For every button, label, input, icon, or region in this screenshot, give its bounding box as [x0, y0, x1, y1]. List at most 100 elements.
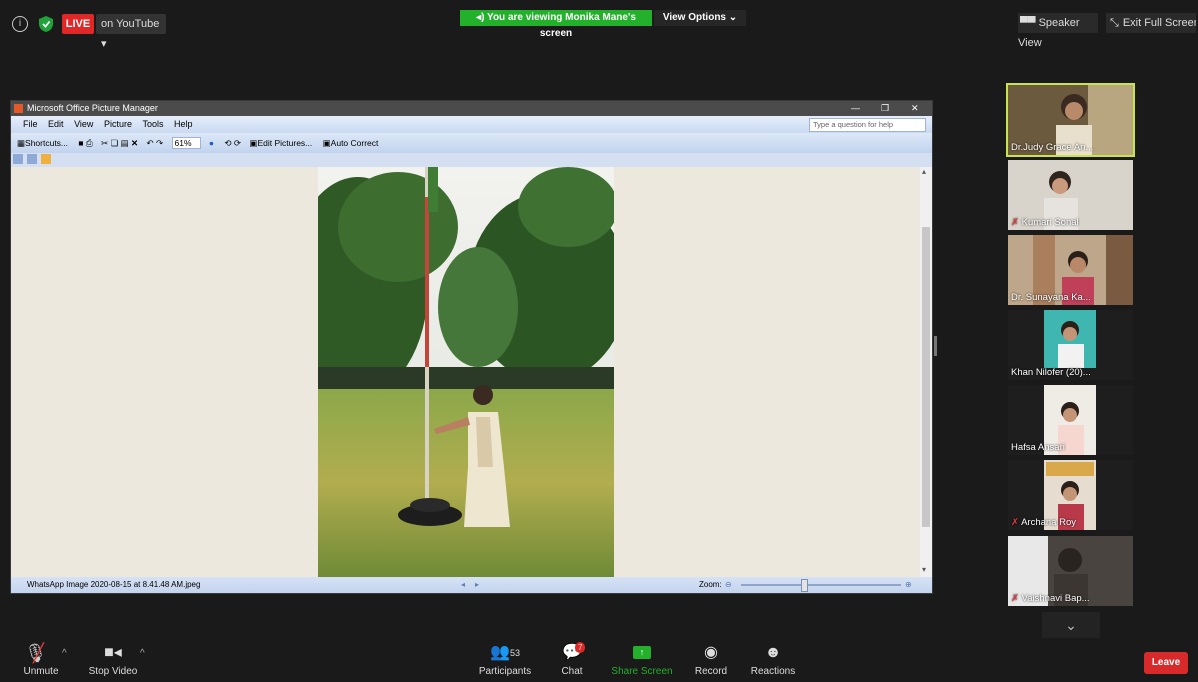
menu-edit[interactable]: Edit [48, 119, 64, 129]
menu-tools[interactable]: Tools [142, 119, 163, 129]
zoom-out-icon[interactable]: ⊖ [725, 577, 732, 593]
filename-label: WhatsApp Image 2020-08-15 at 8.41.48 AM.… [27, 580, 201, 589]
previous-picture-icon[interactable]: ◂ [461, 577, 465, 593]
restore-icon[interactable]: ❐ [881, 101, 889, 116]
view-options-button[interactable]: View Options ⌄ [654, 10, 746, 26]
participant-tile[interactable]: Dr. Sunayana Ka... [1008, 235, 1133, 305]
participant-name: Dr. Sunayana Ka... [1011, 292, 1091, 303]
participant-tile[interactable]: Dr.Judy Grace An... [1006, 83, 1135, 157]
shield-icon[interactable] [38, 15, 54, 33]
help-search-input[interactable]: Type a question for help [809, 118, 926, 132]
menu-picture[interactable]: Picture [104, 119, 132, 129]
rotate-right-icon[interactable]: ⟳ [234, 138, 241, 148]
speaker-view-icon: ▀▀ [1020, 17, 1036, 29]
reactions-label: Reactions [750, 666, 796, 677]
participant-tile[interactable]: Khan Nilofer (20)... [1008, 310, 1133, 380]
zoom-in-icon[interactable]: ⊕ [905, 577, 912, 593]
audio-options-chevron-icon[interactable]: ^ [62, 648, 67, 659]
vertical-scrollbar[interactable]: ▴ ▾ [920, 167, 932, 577]
scroll-up-icon[interactable]: ▴ [922, 167, 926, 176]
record-icon: ◉ [704, 644, 718, 661]
undo-icon[interactable]: ↶ [147, 138, 154, 148]
participants-button[interactable]: 👥53 Participants [470, 640, 540, 677]
displayed-photo [318, 167, 614, 577]
auto-correct-label: Auto Correct [330, 138, 379, 148]
menu-help[interactable]: Help [174, 119, 193, 129]
shared-screen-window: Microsoft Office Picture Manager — ❐ ✕ F… [10, 100, 933, 594]
redo-icon[interactable]: ↷ [156, 138, 163, 148]
edit-pictures-button[interactable]: ▣Edit Pictures... [249, 138, 312, 148]
toolbar: ▦Shortcuts... ■ ⎙ ✂ ❏ ▤ ✕ ↶ ↷ 61% ● ⟲ ⟳ … [11, 133, 932, 153]
participant-name: ✗ Archana Roy [1011, 517, 1076, 528]
video-options-chevron-icon[interactable]: ^ [140, 648, 145, 659]
delete-icon[interactable]: ✕ [131, 138, 138, 148]
muted-mic-icon: ✗ [1011, 517, 1022, 528]
participants-count: 53 [509, 648, 520, 658]
picture-manager-icon [14, 104, 23, 113]
auto-correct-button[interactable]: ▣Auto Correct [323, 138, 379, 148]
participants-icon-wrap: 👥53 [470, 640, 540, 666]
chevron-down-icon: ⌄ [1065, 617, 1077, 633]
exit-full-screen-button[interactable]: ⤡ Exit Full Screen [1106, 13, 1196, 33]
participants-label: Participants [478, 666, 532, 677]
exit-full-screen-icon: ⤡ [1110, 17, 1119, 29]
stop-video-button[interactable]: ■◂ Stop Video [78, 640, 148, 677]
zoom-select[interactable]: 61% [171, 137, 201, 149]
minimize-icon[interactable]: — [851, 101, 860, 116]
participant-tile[interactable]: ✗ Archana Roy [1008, 460, 1133, 530]
panel-resize-handle[interactable] [934, 336, 937, 356]
share-screen-label: Share Screen [611, 666, 673, 677]
info-icon[interactable]: i [12, 16, 28, 32]
thumbnail-view-icon[interactable] [13, 154, 23, 164]
menu-bar: File Edit View Picture Tools Help Type a… [11, 116, 932, 133]
copy-icon[interactable]: ❏ [111, 138, 119, 148]
window-title: Microsoft Office Picture Manager [27, 103, 158, 113]
share-icon-wrap: ↑ [607, 640, 677, 666]
shortcuts-label: Shortcuts... [25, 138, 69, 148]
scroll-thumb[interactable] [922, 227, 930, 527]
youtube-stream-button[interactable]: on YouTube ▾ [96, 14, 166, 50]
filmstrip-view-icon[interactable] [27, 154, 37, 164]
chevron-down-icon: ⌄ [728, 12, 738, 23]
print-icon[interactable]: ⎙ [86, 138, 93, 148]
stop-video-label: Stop Video [88, 666, 138, 677]
record-button[interactable]: ◉ Record [676, 640, 746, 677]
cut-icon[interactable]: ✂ [101, 138, 108, 148]
chat-button[interactable]: 💬 7 Chat [537, 640, 607, 677]
close-icon[interactable]: ✕ [911, 101, 919, 116]
leave-button[interactable]: Leave [1144, 652, 1188, 674]
menu-view[interactable]: View [74, 119, 93, 129]
viewing-label: You are viewing Monika Mane's screen [487, 12, 636, 39]
next-picture-icon[interactable]: ▸ [475, 577, 479, 593]
window-titlebar: Microsoft Office Picture Manager — ❐ ✕ [11, 101, 932, 116]
shortcuts-button[interactable]: ▦Shortcuts... [17, 138, 68, 148]
rotate-left-icon[interactable]: ⟲ [224, 138, 231, 148]
unmute-label: Unmute [23, 666, 59, 677]
chat-label: Chat [561, 666, 583, 677]
help-icon[interactable]: ● [209, 138, 214, 148]
participant-tile[interactable]: ✗ Kumari Sonal [1008, 160, 1133, 230]
viewing-banner: ◂) You are viewing Monika Mane's screen [460, 10, 652, 39]
zoom-slider[interactable] [741, 584, 901, 586]
share-screen-button[interactable]: ↑ Share Screen [607, 640, 677, 677]
reactions-button[interactable]: ☻ Reactions [738, 640, 808, 677]
reactions-icon: ☻ [764, 644, 782, 661]
participant-tile[interactable]: Hafsa Ansari [1008, 385, 1133, 455]
zoom-slider-thumb[interactable] [801, 579, 808, 592]
speaker-view-button[interactable]: ▀▀ Speaker View [1018, 13, 1098, 49]
zoom-label: Zoom: [699, 580, 722, 589]
muted-mic-icon: ✗ [1011, 593, 1022, 604]
scroll-down-icon[interactable]: ▾ [922, 565, 926, 574]
live-badge[interactable]: LIVE [62, 14, 94, 34]
record-label: Record [694, 666, 728, 677]
save-icon[interactable]: ■ [78, 138, 83, 148]
menu-file[interactable]: File [23, 119, 38, 129]
show-more-participants-button[interactable]: ⌄ [1042, 612, 1100, 638]
participant-tile[interactable]: ✗ Vaishnavi Bap... [1008, 536, 1133, 606]
single-picture-view-icon[interactable] [41, 154, 51, 164]
participant-name: Khan Nilofer (20)... [1011, 367, 1091, 378]
participant-name: Hafsa Ansari [1011, 442, 1065, 453]
shortcuts-icon: ▦ [17, 138, 26, 148]
youtube-label: on YouTube [101, 18, 160, 30]
paste-icon[interactable]: ▤ [121, 138, 129, 148]
